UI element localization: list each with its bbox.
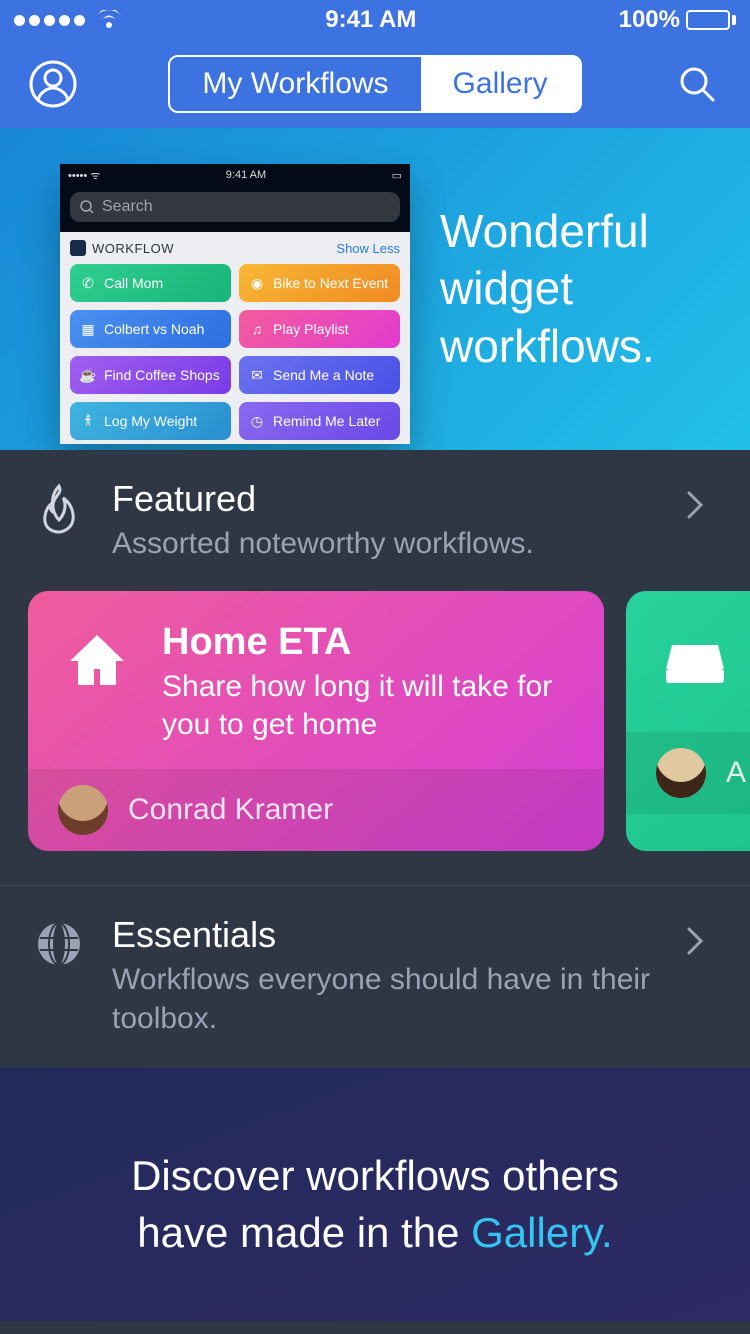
home-icon — [58, 621, 136, 699]
mini-btn-call-mom: ✆Call Mom — [70, 264, 231, 302]
section-featured-header[interactable]: Featured Assorted noteworthy workflows. — [34, 478, 716, 563]
battery-icon — [686, 10, 736, 30]
nav-bar: My Workflows Gallery — [0, 40, 750, 128]
tv-icon: ▦ — [80, 321, 96, 337]
drive-icon — [656, 621, 734, 699]
mini-btn-note: ✉Send Me a Note — [239, 356, 400, 394]
wifi-icon — [95, 10, 123, 30]
card-desc: Share how long it will take for you to g… — [162, 668, 574, 743]
hero-title: Wonderful widget workflows. — [440, 203, 655, 376]
pin-icon: ◉ — [249, 275, 265, 291]
battery-percent: 100% — [619, 6, 680, 34]
segmented-control: My Workflows Gallery — [168, 55, 581, 113]
card-author: A — [726, 756, 746, 790]
mail-icon: ✉ — [249, 367, 265, 383]
search-icon[interactable] — [672, 59, 722, 109]
section-essentials: Essentials Workflows everyone should hav… — [0, 886, 750, 1068]
signal-dots-icon — [14, 15, 85, 26]
hero-banner[interactable]: ••••• ᯤ 9:41 AM ▭ Search WORKFLOW Show L… — [0, 128, 750, 450]
discover-highlight: Gallery. — [471, 1209, 613, 1256]
card-home-eta[interactable]: Home ETA Share how long it will take for… — [28, 591, 604, 851]
phone-icon: ✆ — [80, 275, 96, 291]
section-featured: Featured Assorted noteworthy workflows. … — [0, 450, 750, 885]
discover-text: Discover workflows others have made in t… — [60, 1148, 690, 1261]
mini-widget-title: WORKFLOW — [92, 241, 174, 256]
mini-btn-coffee: ☕Find Coffee Shops — [70, 356, 231, 394]
mini-btn-playlist: ♫Play Playlist — [239, 310, 400, 348]
avatar — [656, 748, 706, 798]
flame-icon — [34, 478, 84, 538]
status-time: 9:41 AM — [325, 6, 416, 34]
chevron-right-icon — [686, 926, 716, 956]
mini-search-field: Search — [70, 192, 400, 222]
avatar — [58, 785, 108, 835]
mini-show-less: Show Less — [336, 241, 400, 256]
globe-icon — [34, 914, 84, 974]
card-secondary[interactable]: P D A — [626, 591, 750, 851]
tab-my-workflows[interactable]: My Workflows — [170, 57, 420, 111]
chevron-right-icon — [686, 490, 716, 520]
mini-btn-remind: ◷Remind Me Later — [239, 402, 400, 440]
status-bar: 9:41 AM 100% — [0, 0, 750, 40]
clock-icon: ◷ — [249, 413, 265, 429]
mini-battery-icon: ▭ — [392, 169, 402, 182]
featured-subtitle: Assorted noteworthy workflows. — [112, 524, 658, 563]
cup-icon: ☕ — [80, 367, 96, 383]
tab-gallery[interactable]: Gallery — [421, 57, 580, 111]
person-icon: 𐀪 — [80, 413, 96, 429]
mini-time: 9:41 AM — [226, 169, 266, 181]
section-essentials-header[interactable]: Essentials Workflows everyone should hav… — [34, 914, 716, 1038]
mini-btn-bike: ◉Bike to Next Event — [239, 264, 400, 302]
discover-banner: Discover workflows others have made in t… — [0, 1068, 750, 1321]
profile-icon[interactable] — [28, 59, 78, 109]
mini-search-placeholder: Search — [102, 198, 153, 216]
card-author: Conrad Kramer — [128, 793, 333, 827]
mini-workflow-icon — [70, 240, 86, 256]
featured-cards[interactable]: Home ETA Share how long it will take for… — [28, 591, 722, 885]
music-icon: ♫ — [249, 321, 265, 337]
card-title: Home ETA — [162, 621, 574, 664]
mini-btn-weight: 𐀪Log My Weight — [70, 402, 231, 440]
featured-title: Featured — [112, 478, 658, 520]
mini-signal-icon: ••••• ᯤ — [68, 168, 100, 183]
essentials-subtitle: Workflows everyone should have in their … — [112, 960, 658, 1038]
mini-btn-colbert: ▦Colbert vs Noah — [70, 310, 231, 348]
hero-preview-phone: ••••• ᯤ 9:41 AM ▭ Search WORKFLOW Show L… — [60, 164, 410, 444]
essentials-title: Essentials — [112, 914, 658, 956]
